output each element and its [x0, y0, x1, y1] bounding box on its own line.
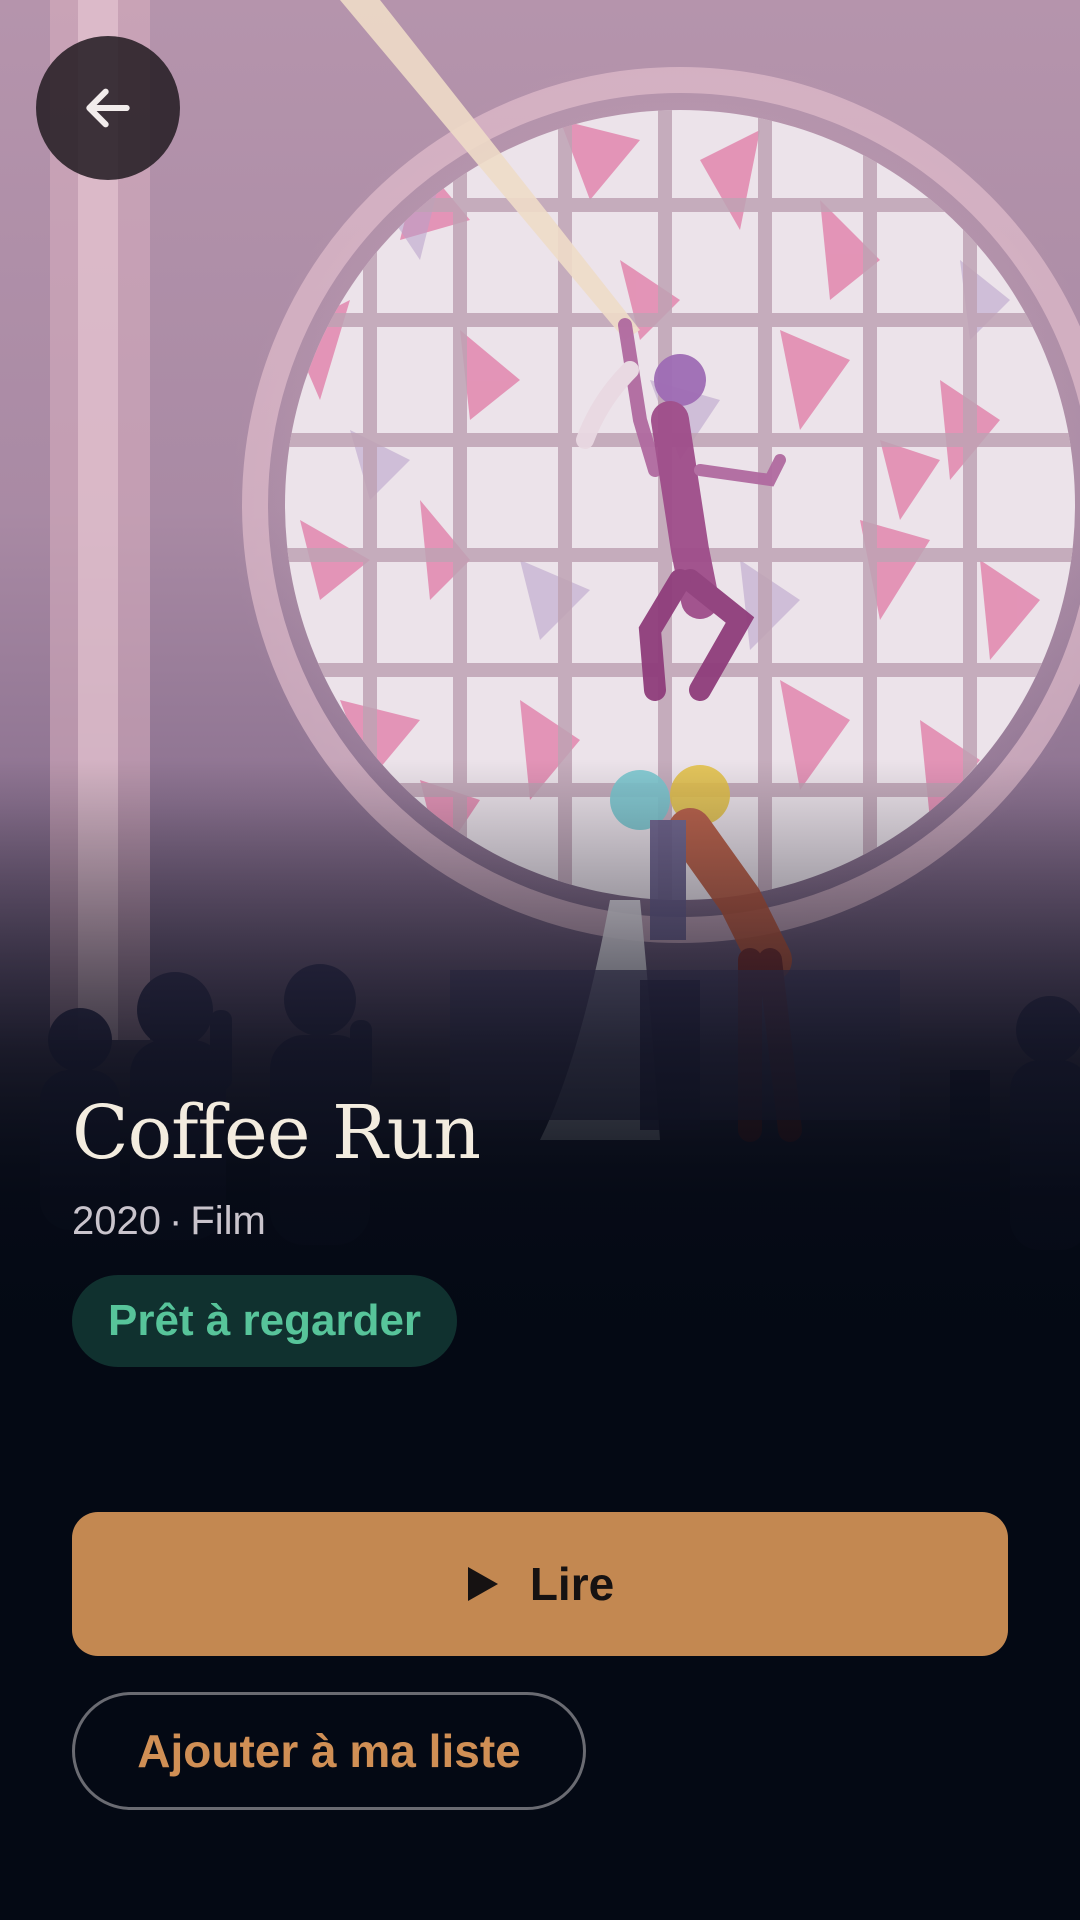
movie-detail-screen: Coffee Run 2020 · Film Prêt à regarder Lir… [0, 0, 1080, 1920]
status-badge: Prêt à regarder [72, 1275, 458, 1367]
play-button[interactable]: Lire [72, 1512, 1008, 1656]
movie-type: Film [190, 1199, 266, 1243]
meta-separator: · [168, 1199, 183, 1243]
add-to-list-button[interactable]: Ajouter à ma liste [72, 1692, 586, 1810]
play-icon [467, 1567, 498, 1601]
movie-title: Coffee Run [72, 1090, 481, 1176]
movie-meta: 2020 · Film [72, 1195, 266, 1247]
arrow-left-icon [86, 88, 130, 128]
movie-year: 2020 [72, 1199, 161, 1243]
add-to-list-label: Ajouter à ma liste [137, 1725, 521, 1777]
back-button[interactable] [36, 36, 180, 180]
play-button-label: Lire [529, 1558, 615, 1610]
